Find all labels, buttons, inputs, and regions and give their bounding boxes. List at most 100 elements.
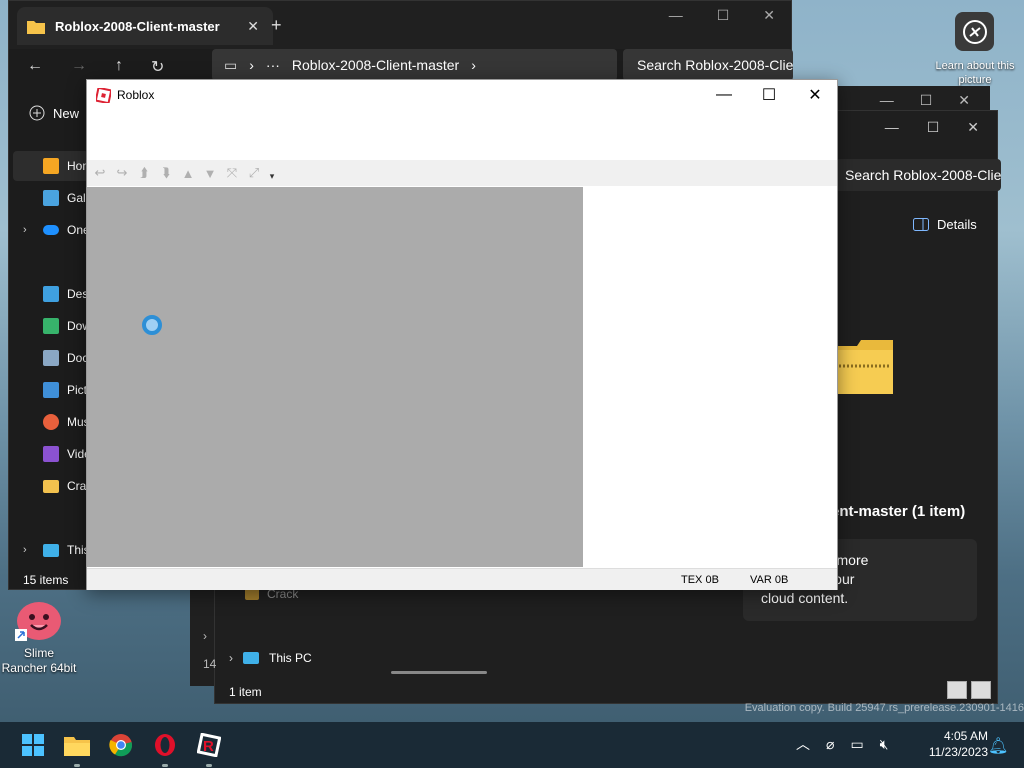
refresh-icon[interactable]: ↻ <box>151 57 164 77</box>
breadcrumb[interactable]: Roblox-2008-Client-master <box>292 57 459 73</box>
learn-about-picture-label[interactable]: Learn about this picture <box>934 59 1016 87</box>
sidebar-item-this-pc[interactable]: › This PC <box>229 651 312 665</box>
nav-buttons: ← → ↑ ↻ <box>27 57 164 77</box>
address-bar[interactable]: ▭ › ··· Roblox-2008-Client-master › <box>212 49 617 81</box>
status-item-count: 15 items <box>23 573 69 587</box>
running-indicator <box>206 764 212 767</box>
new-tab-icon[interactable]: + <box>271 15 282 36</box>
zoom-in-icon[interactable]: ⤧ <box>223 164 241 182</box>
volume-muted-icon[interactable]: 🔇︎ <box>880 736 889 753</box>
chevron-right-icon[interactable]: › <box>203 629 207 643</box>
this-pc-icon: ▭ <box>224 56 238 73</box>
tab-explorer[interactable]: Roblox-2008-Client-master ✕ <box>17 7 273 45</box>
sidebar-item-onedrive[interactable]: › OneDrive <box>13 215 89 245</box>
slime-rancher-label[interactable]: Slime Rancher 64bit <box>0 646 78 676</box>
roblox-icon[interactable]: R <box>194 730 224 760</box>
gallery-icon <box>43 190 59 206</box>
undo-arrow-icon[interactable]: ↩ <box>91 164 109 182</box>
toolbar-tools: ↩ ↪ ⮭ ⮯ ▲ ▼ ⤧ ⤢ ▾ <box>91 163 277 183</box>
loading-spinner-icon <box>142 315 162 335</box>
move-up-icon[interactable]: ▲ <box>179 164 197 182</box>
close-icon[interactable]: ✕ <box>763 7 775 24</box>
this-pc-icon <box>243 652 259 664</box>
toolbar-overflow-icon[interactable]: ▾ <box>267 164 277 182</box>
more-icon[interactable]: ··· <box>266 57 280 73</box>
system-tray: ︿ ⌀ ▭ 🔇︎ <box>796 734 889 754</box>
tiles-view-button[interactable] <box>971 681 991 699</box>
details-label: Details <box>937 217 977 232</box>
window-controls: — ☐ ✕ <box>885 119 979 136</box>
rotate-down-icon[interactable]: ⮯ <box>157 164 175 182</box>
videos-icon <box>43 446 59 462</box>
details-view-button[interactable] <box>947 681 967 699</box>
folder-icon <box>43 479 59 493</box>
sidebar-item-music[interactable]: Music <box>13 407 89 437</box>
details-button[interactable]: Details <box>913 217 977 232</box>
title-bar[interactable]: Roblox — ☐ ✕ <box>87 80 837 110</box>
chevron-right-icon[interactable]: › <box>23 224 27 236</box>
rotate-up-icon[interactable]: ⮭ <box>135 164 153 182</box>
chevron-right-icon[interactable]: › <box>471 57 476 73</box>
close-icon[interactable]: ✕ <box>792 80 838 110</box>
minimize-icon[interactable]: — <box>885 119 899 136</box>
slime-rancher-icon[interactable] <box>15 597 63 641</box>
search-input[interactable]: Search Roblox-2008-Client-master <box>833 159 1001 191</box>
chevron-right-icon[interactable]: › <box>229 651 233 665</box>
running-indicator <box>74 764 80 767</box>
cloud-text-line: cloud content. <box>761 590 849 606</box>
documents-icon <box>43 350 59 366</box>
chrome-icon[interactable] <box>106 730 136 760</box>
folder-icon <box>27 20 45 34</box>
maximize-icon[interactable]: ☐ <box>717 7 730 24</box>
sidebar-item-home[interactable]: Home <box>13 151 89 181</box>
pictures-icon <box>43 382 59 398</box>
close-icon[interactable]: ✕ <box>967 119 979 136</box>
close-tab-icon[interactable]: ✕ <box>247 18 259 35</box>
sidebar-item-videos[interactable]: Videos <box>13 439 89 469</box>
sidebar-item-this-pc[interactable]: › This PC <box>13 535 89 565</box>
chevron-up-icon[interactable]: ︿ <box>796 734 810 754</box>
zoom-extents-icon[interactable]: ⤢ <box>245 164 263 182</box>
opera-icon[interactable] <box>150 730 180 760</box>
notification-bell-icon[interactable]: 🔔︎ <box>988 736 1008 756</box>
maximize-icon[interactable]: ☐ <box>920 92 933 109</box>
sidebar-item-pictures[interactable]: Pictures <box>13 375 89 405</box>
status-tex: TEX 0B <box>681 574 719 586</box>
svg-text:R: R <box>203 738 214 755</box>
camera-toolbar: ↩ ↪ ⮭ ⮯ ▲ ▼ ⤧ ⤢ ▾ <box>87 160 837 186</box>
sidebar-item-crack[interactable]: Crack <box>13 471 89 501</box>
minimize-icon[interactable]: — <box>880 92 894 109</box>
side-panel <box>583 187 837 567</box>
sidebar-item-label: This PC <box>269 651 312 665</box>
move-down-icon[interactable]: ▼ <box>201 164 219 182</box>
sidebar-item-downloads[interactable]: Downloads <box>13 311 89 341</box>
sidebar-item-documents[interactable]: Documents <box>13 343 89 373</box>
back-arrow-icon[interactable]: ← <box>27 57 43 77</box>
game-viewport[interactable] <box>87 187 583 567</box>
folder-title: ent-master (1 item) <box>831 503 966 520</box>
file-explorer-icon[interactable] <box>62 730 92 760</box>
network-disconnected-icon[interactable]: ⌀ <box>826 736 834 753</box>
maximize-icon[interactable]: ☐ <box>746 80 792 110</box>
display-icon[interactable]: ▭ <box>850 736 863 753</box>
minimize-icon[interactable]: — <box>701 80 747 110</box>
chevron-right-icon[interactable]: › <box>249 57 254 73</box>
this-pc-icon <box>43 543 59 557</box>
redo-arrow-icon[interactable]: ↪ <box>113 164 131 182</box>
clock-time: 4:05 AM <box>943 729 988 743</box>
sidebar-item-desktop[interactable]: Desktop <box>13 279 89 309</box>
close-icon[interactable]: ✕ <box>958 92 970 109</box>
search-input[interactable]: Search Roblox-2008-Client-master <box>623 49 793 81</box>
forward-arrow-icon[interactable]: → <box>71 57 87 77</box>
sidebar-item-gallery[interactable]: Gallery <box>13 183 89 213</box>
clock[interactable]: 4:05 AM 11/23/2023 <box>914 728 988 760</box>
new-button[interactable]: New <box>29 105 79 121</box>
minimize-icon[interactable]: — <box>669 7 683 24</box>
learn-about-picture-icon[interactable] <box>955 12 994 51</box>
status-var: VAR 0B <box>750 574 789 586</box>
start-icon[interactable] <box>18 730 48 760</box>
chevron-right-icon[interactable]: › <box>23 544 27 556</box>
maximize-icon[interactable]: ☐ <box>927 119 940 136</box>
scrollbar-thumb[interactable] <box>391 671 487 674</box>
up-arrow-icon[interactable]: ↑ <box>115 57 123 77</box>
